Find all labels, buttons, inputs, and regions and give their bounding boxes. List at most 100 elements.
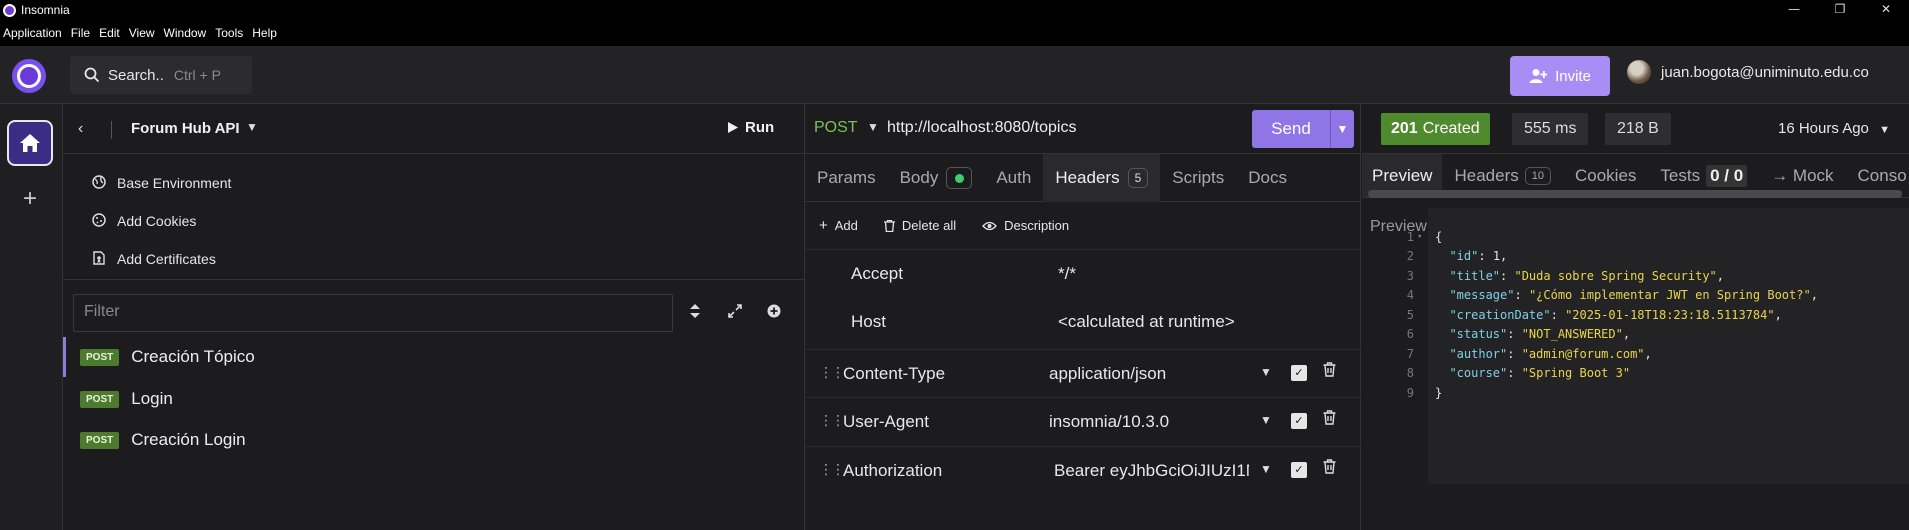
sidebar: ‹ Forum Hub API ▼ Run Base Environment A…	[63, 104, 805, 530]
response-age: 16 Hours Ago	[1778, 120, 1869, 137]
base-environment-label: Base Environment	[117, 175, 232, 191]
menu-file[interactable]: File	[68, 26, 96, 40]
add-circle-icon[interactable]	[763, 302, 785, 324]
enable-checkbox[interactable]: ✓	[1291, 462, 1307, 478]
add-certificates-item[interactable]: Add Certificates	[63, 240, 804, 278]
run-label: Run	[745, 119, 775, 136]
base-environment-item[interactable]: Base Environment	[63, 164, 804, 202]
tab-headers[interactable]: Headers 5	[1043, 153, 1161, 202]
code-line: 2 "id": 1,	[1406, 249, 1508, 263]
cookie-icon	[91, 212, 107, 230]
tab-params[interactable]: Params	[805, 154, 888, 202]
add-label: Add	[834, 218, 858, 233]
chevron-down-icon[interactable]: ▼	[1260, 365, 1272, 379]
chevron-down-icon[interactable]: ▼	[246, 120, 258, 134]
method-badge: POST	[80, 390, 120, 408]
code-line: 6 "status": "NOT_ANSWERED",	[1406, 327, 1631, 341]
header-key-input[interactable]: Authorization	[843, 461, 942, 481]
minimize-button[interactable]: —	[1771, 0, 1817, 20]
enable-checkbox[interactable]: ✓	[1291, 365, 1307, 381]
search-button[interactable]: Search.. Ctrl + P	[70, 56, 252, 94]
drag-handle-icon[interactable]: ⋮⋮	[819, 364, 845, 381]
add-cookies-item[interactable]: Add Cookies	[63, 202, 804, 240]
headers-count-badge: 5	[1127, 167, 1149, 188]
drag-handle-icon[interactable]: ⋮⋮	[819, 412, 845, 429]
chevron-down-icon[interactable]: ▼	[1260, 413, 1272, 427]
drag-handle-icon[interactable]: ⋮⋮	[819, 461, 845, 478]
add-header-button[interactable]: + Add	[819, 217, 858, 234]
chevron-down-icon[interactable]: ▼	[1331, 122, 1354, 136]
menu-help[interactable]: Help	[249, 26, 283, 40]
headers-count-badge: 10	[1524, 166, 1551, 185]
request-item[interactable]: POST Creación Tópico	[63, 337, 805, 377]
add-certificates-label: Add Certificates	[117, 251, 216, 267]
header-key-input[interactable]: User-Agent	[843, 412, 929, 432]
chevron-down-icon[interactable]: ▼	[1260, 462, 1272, 476]
close-button[interactable]: ✕	[1863, 0, 1909, 20]
title-bar: Insomnia — ❐ ✕	[0, 0, 1909, 20]
status-badge: 201 Created	[1381, 113, 1490, 145]
header-value-input[interactable]: application/json	[1049, 364, 1244, 384]
response-status-bar: 201 Created 555 ms 218 B 16 Hours Ago ▼	[1362, 104, 1909, 154]
url-input[interactable]: http://localhost:8080/topics	[887, 119, 1076, 137]
sidebar-header: ‹ Forum Hub API ▼ Run	[63, 104, 804, 154]
header-key-input[interactable]: Content-Type	[843, 364, 945, 384]
delete-all-button[interactable]: Delete all	[883, 218, 956, 233]
run-button[interactable]: Run	[727, 119, 774, 136]
menu-tools[interactable]: Tools	[212, 26, 249, 40]
add-user-icon	[1529, 69, 1548, 83]
tab-body-label: Body	[899, 167, 939, 187]
code-line: 8 "course": "Spring Boot 3"	[1406, 366, 1631, 380]
window-title: Insomnia	[21, 3, 70, 17]
trash-icon[interactable]	[1323, 362, 1336, 382]
method-select[interactable]: POST	[814, 119, 858, 137]
send-button[interactable]: Send ▼	[1252, 110, 1354, 148]
project-title[interactable]: Forum Hub API	[131, 120, 240, 137]
response-size: 218 B	[1605, 113, 1671, 145]
tab-body[interactable]: Body	[888, 154, 985, 202]
home-button[interactable]	[7, 120, 53, 166]
tab-auth[interactable]: Auth	[984, 154, 1043, 202]
header-value-input[interactable]: insomnia/10.3.0	[1049, 412, 1244, 432]
sort-icon[interactable]	[684, 302, 706, 324]
expand-icon[interactable]	[724, 302, 746, 324]
maximize-button[interactable]: ❐	[1817, 0, 1863, 20]
send-label: Send	[1271, 119, 1311, 138]
method-badge: POST	[80, 348, 120, 366]
menu-window[interactable]: Window	[161, 26, 213, 40]
header-row: ⋮⋮ User-Agent insomnia/10.3.0 ▼ ✓	[805, 397, 1361, 445]
header-row: ⋮⋮ Authorization Bearer eyJhbGciOiJIUzI1…	[805, 446, 1361, 494]
enable-checkbox[interactable]: ✓	[1291, 413, 1307, 429]
menu-view[interactable]: View	[126, 26, 161, 40]
tabs-scrollbar[interactable]	[1368, 190, 1902, 198]
trash-icon[interactable]	[1323, 410, 1336, 430]
header-value-input[interactable]: Bearer eyJhbGciOiJIUzI1Ni	[1054, 461, 1249, 481]
insomnia-logo-icon[interactable]	[12, 59, 46, 93]
request-name: Creación Login	[131, 430, 246, 449]
code-lines: 1 ▾{ 2 "id": 1, 3 "title": "Duda sobre Sp…	[1362, 230, 1909, 430]
add-project-icon[interactable]: +	[18, 187, 42, 211]
request-item[interactable]: POST Login	[63, 379, 805, 419]
chevron-down-icon[interactable]: ▼	[867, 120, 879, 134]
auto-header-row: Accept */*	[805, 250, 1361, 298]
back-arrow-icon[interactable]: ‹	[78, 120, 83, 138]
user-menu[interactable]: juan.bogota@uniminuto.edu.co	[1627, 60, 1869, 84]
window-controls: — ❐ ✕	[1771, 0, 1909, 20]
filter-input[interactable]: Filter	[73, 294, 673, 332]
add-cookies-label: Add Cookies	[117, 213, 197, 229]
request-tabs: Params Body Auth Headers 5 Scripts Docs	[805, 153, 1360, 202]
menu-edit[interactable]: Edit	[96, 26, 126, 40]
url-bar: POST ▼ http://localhost:8080/topics Send…	[805, 104, 1360, 154]
description-label: Description	[1004, 218, 1070, 233]
chevron-down-icon: ▼	[1879, 124, 1890, 136]
menu-application[interactable]: Application	[0, 26, 68, 40]
invite-button[interactable]: Invite	[1510, 56, 1610, 96]
request-item[interactable]: POST Creación Login	[63, 420, 805, 460]
description-toggle[interactable]: Description	[982, 218, 1069, 233]
code-line: 1 ▾{	[1362, 208, 1909, 244]
history-dropdown[interactable]: 16 Hours Ago ▼	[1778, 120, 1890, 137]
tab-docs[interactable]: Docs	[1236, 154, 1299, 202]
response-body-viewer[interactable]: 1 ▾{ 2 "id": 1, 3 "title": "Duda sobre Sp…	[1362, 208, 1909, 530]
tab-scripts[interactable]: Scripts	[1160, 154, 1236, 202]
trash-icon[interactable]	[1323, 459, 1336, 479]
